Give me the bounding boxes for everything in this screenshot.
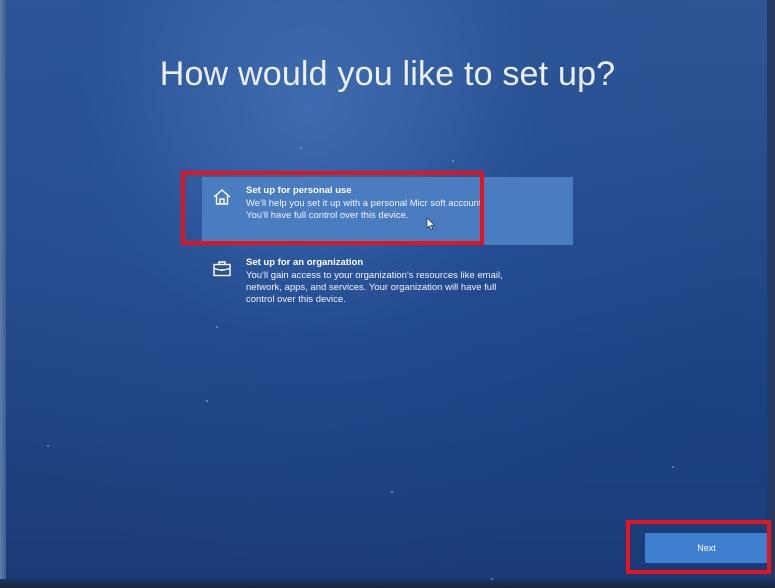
- option-organization-text: Set up for an organization You'll gain a…: [246, 257, 503, 306]
- briefcase-icon: [213, 261, 231, 277]
- screen-speck: [452, 160, 454, 162]
- annotation-box-personal: [181, 171, 484, 245]
- screen-speck: [672, 466, 674, 468]
- screen-speck: [216, 326, 218, 328]
- option-organization-description-line: You'll gain access to your organization'…: [246, 270, 503, 281]
- screen-speck: [300, 147, 302, 149]
- screen-speck: [206, 400, 208, 402]
- screen-speck: [391, 491, 393, 493]
- option-organization-heading: Set up for an organization: [246, 257, 364, 268]
- setup-screen: How would you like to set up? Set up for…: [0, 0, 775, 588]
- annotation-box-next: [626, 520, 771, 574]
- monitor-bezel-bottom: [0, 579, 775, 588]
- option-organization[interactable]: Set up for an organization You'll gain a…: [202, 249, 573, 319]
- option-organization-description-line: control over this device.: [246, 294, 346, 305]
- option-organization-description-line: network, apps, and services. Your organi…: [246, 282, 497, 293]
- screen-speck: [491, 578, 493, 580]
- page-title: How would you like to set up?: [159, 55, 616, 93]
- screen-speck: [47, 445, 49, 447]
